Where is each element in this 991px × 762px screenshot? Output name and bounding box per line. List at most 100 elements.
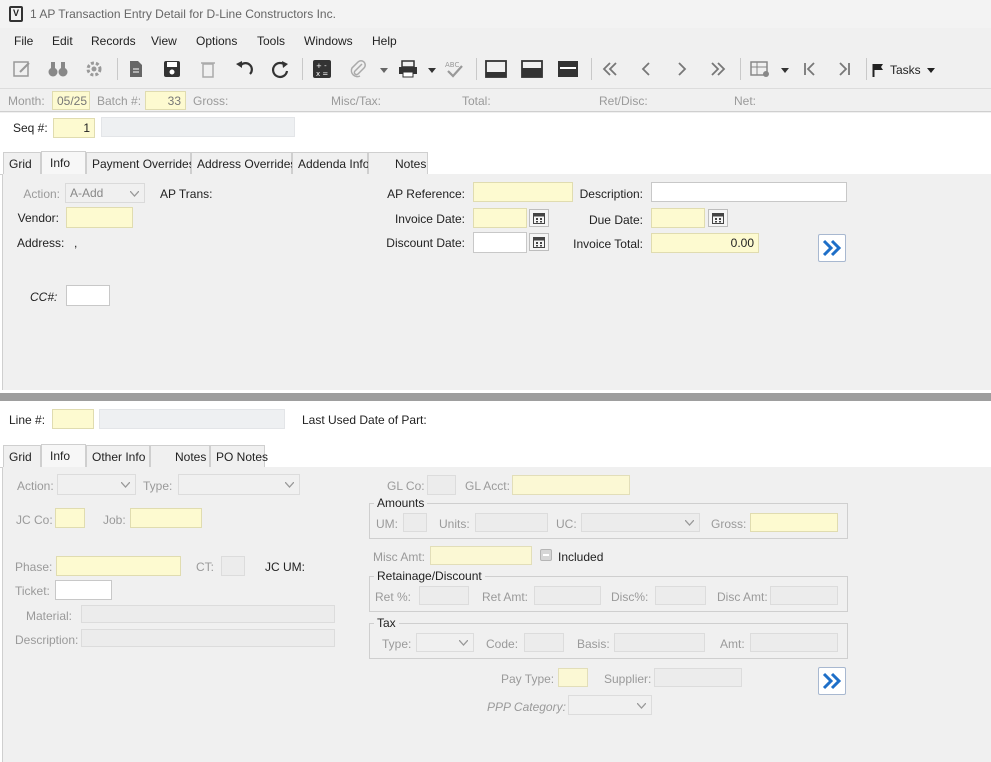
phase-field[interactable]	[56, 556, 181, 576]
action-select[interactable]: A-Add	[65, 183, 145, 203]
new-document-icon[interactable]	[122, 56, 150, 82]
disc-amt-field[interactable]	[770, 586, 838, 605]
tab-po-notes[interactable]: PO Notes	[210, 445, 268, 467]
disc-pct-field[interactable]	[655, 586, 706, 605]
tab-line-grid[interactable]: Grid	[3, 445, 41, 467]
menu-view[interactable]: View	[151, 34, 177, 48]
invoice-total-field[interactable]: 0.00	[651, 233, 759, 253]
refresh-icon[interactable]	[266, 56, 294, 82]
previous-icon[interactable]	[632, 56, 660, 82]
due-date-calendar-icon[interactable]	[708, 209, 728, 227]
gl-co-label: GL Co:	[387, 479, 425, 493]
tab-grid[interactable]: Grid	[3, 152, 41, 174]
due-date-field[interactable]	[651, 208, 705, 228]
grid-view-icon[interactable]	[746, 56, 774, 82]
double-chevron-right-icon	[822, 239, 842, 257]
tab-line-notes[interactable]: Notes	[150, 445, 210, 467]
ticket-field[interactable]	[55, 580, 112, 600]
phase-label: Phase:	[15, 560, 53, 574]
menu-windows[interactable]: Windows	[304, 34, 353, 48]
edit-form-icon[interactable]	[8, 56, 36, 82]
next-icon[interactable]	[668, 56, 696, 82]
app-icon: V	[9, 6, 23, 22]
job-field[interactable]	[130, 508, 202, 528]
chevron-down-icon	[285, 482, 294, 488]
misc-amt-field[interactable]	[430, 546, 532, 565]
total-label: Total:	[462, 94, 491, 108]
menu-edit[interactable]: Edit	[52, 34, 73, 48]
material-field[interactable]	[81, 605, 335, 623]
line-description-input[interactable]	[81, 629, 335, 647]
ap-reference-field[interactable]	[473, 182, 573, 202]
attachment-dropdown-icon[interactable]	[378, 64, 390, 76]
discount-date-calendar-icon[interactable]	[529, 233, 549, 251]
tab-address-overrides[interactable]: Address Overrides	[191, 152, 296, 174]
ppp-category-select[interactable]	[568, 695, 652, 715]
line-forward-button[interactable]	[818, 667, 846, 695]
ct-field[interactable]	[221, 556, 245, 576]
discount-date-field[interactable]	[473, 232, 527, 253]
gross-field[interactable]	[750, 513, 838, 532]
layout-top-icon[interactable]	[554, 56, 582, 82]
last-record-icon[interactable]	[830, 56, 858, 82]
description-field[interactable]	[651, 182, 847, 202]
tab-addenda-info[interactable]: Addenda Info	[292, 152, 369, 174]
menu-file[interactable]: File	[14, 34, 33, 48]
settings-gear-icon[interactable]	[80, 56, 108, 82]
menu-help[interactable]: Help	[372, 34, 397, 48]
ret-pct-label: Ret %:	[375, 590, 412, 604]
invoice-date-field[interactable]	[473, 208, 527, 228]
pay-type-field[interactable]	[558, 668, 588, 687]
binoculars-icon[interactable]	[44, 56, 72, 82]
menu-tools[interactable]: Tools	[257, 34, 285, 48]
tax-amt-field[interactable]	[750, 633, 838, 652]
tab-notes[interactable]: Notes	[368, 152, 428, 174]
seq-field[interactable]: 1	[53, 118, 95, 138]
amounts-title: Amounts	[374, 496, 428, 510]
supplier-field[interactable]	[654, 668, 742, 687]
attachment-icon[interactable]	[344, 56, 372, 82]
month-field[interactable]: 05/25	[52, 91, 90, 110]
menu-records[interactable]: Records	[91, 34, 136, 48]
um-field[interactable]	[403, 513, 427, 532]
invoice-date-calendar-icon[interactable]	[529, 209, 549, 227]
undo-icon[interactable]	[230, 56, 258, 82]
splitter-bar[interactable]	[0, 393, 991, 401]
tasks-button[interactable]: Tasks	[872, 60, 935, 80]
basis-field[interactable]	[614, 633, 705, 652]
gl-acct-field[interactable]	[512, 475, 630, 495]
uc-field[interactable]	[581, 513, 700, 532]
last-page-icon[interactable]	[704, 56, 732, 82]
batch-field[interactable]: 33	[145, 91, 186, 110]
layout-middle-icon[interactable]	[518, 56, 546, 82]
tab-other-info[interactable]: Other Info	[86, 445, 150, 467]
line-field[interactable]	[52, 409, 94, 429]
tax-code-field[interactable]	[524, 633, 564, 652]
included-checkbox[interactable]	[540, 549, 552, 561]
delete-icon[interactable]	[194, 56, 222, 82]
tab-info[interactable]: Info	[41, 151, 86, 174]
print-icon[interactable]	[394, 56, 422, 82]
header-forward-button[interactable]	[818, 234, 846, 262]
menu-options[interactable]: Options	[196, 34, 237, 48]
first-page-icon[interactable]	[596, 56, 624, 82]
calculator-icon[interactable]: + -x =	[308, 56, 336, 82]
spellcheck-icon[interactable]: ABC	[440, 56, 468, 82]
cc-field[interactable]	[66, 285, 110, 306]
first-record-icon[interactable]	[796, 56, 824, 82]
vendor-field[interactable]	[66, 207, 133, 228]
jc-co-field[interactable]	[55, 508, 85, 528]
tax-type-select[interactable]	[416, 633, 474, 652]
tab-line-info[interactable]: Info	[41, 444, 86, 467]
grid-view-dropdown-icon[interactable]	[779, 64, 791, 76]
save-icon[interactable]	[158, 56, 186, 82]
gl-co-field[interactable]	[427, 475, 456, 495]
ret-amt-field[interactable]	[534, 586, 601, 605]
tab-payment-overrides[interactable]: Payment Overrides	[86, 152, 195, 174]
print-dropdown-icon[interactable]	[426, 64, 438, 76]
layout-bottom-icon[interactable]	[482, 56, 510, 82]
line-action-select[interactable]	[57, 474, 136, 495]
ret-pct-field[interactable]	[419, 586, 469, 605]
line-type-select[interactable]	[178, 474, 300, 495]
units-field[interactable]	[475, 513, 548, 532]
